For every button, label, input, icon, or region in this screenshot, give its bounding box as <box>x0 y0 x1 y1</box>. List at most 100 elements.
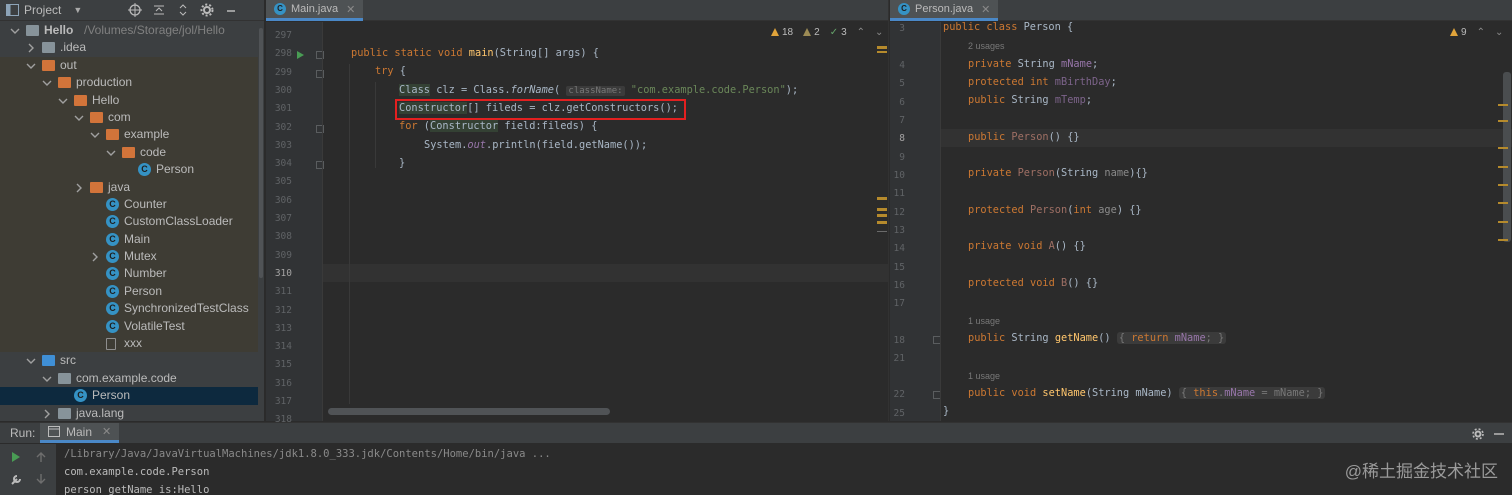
horizontal-scrollbar[interactable] <box>328 408 610 415</box>
project-panel-title[interactable]: Project <box>24 3 61 17</box>
chevron-down-icon[interactable] <box>42 78 52 88</box>
console-output-line[interactable]: com.example.code.Person <box>64 466 209 478</box>
arrow-up-icon[interactable] <box>36 452 46 462</box>
tree-item[interactable]: Hello/Volumes/Storage/jol/Hello <box>0 22 258 39</box>
tree-item[interactable]: C Main <box>0 230 258 249</box>
line-number: 6 <box>899 97 905 108</box>
code-method-setname[interactable]: public void setName(String mName) { this… <box>968 387 1326 399</box>
wrench-icon[interactable] <box>10 474 22 486</box>
code-constructor-public[interactable]: public Person() {} <box>968 131 1080 143</box>
tab-run-main[interactable]: Main ✕ <box>40 423 120 443</box>
locate-icon[interactable] <box>128 3 142 17</box>
tree-item[interactable]: C Number <box>0 265 258 283</box>
chevron-down-icon[interactable]: ⌄ <box>875 27 883 38</box>
chevron-down-icon[interactable] <box>10 26 20 36</box>
tree-item[interactable]: xxx <box>0 335 258 353</box>
tree-item[interactable]: java <box>0 178 258 196</box>
chevron-up-icon[interactable]: ⌃ <box>1477 27 1485 38</box>
chevron-down-icon[interactable] <box>26 61 36 71</box>
code-field-mbirthday[interactable]: protected int mBirthDay; <box>968 76 1117 88</box>
close-icon[interactable]: ✕ <box>102 425 111 438</box>
collapse-all-icon[interactable] <box>152 3 166 17</box>
tree-item[interactable]: out <box>0 56 258 75</box>
tree-item[interactable]: C VolatileTest <box>0 317 258 336</box>
chevron-down-icon[interactable] <box>74 113 84 123</box>
code-line-302[interactable]: for (Constructor field:fileds) { <box>399 120 597 132</box>
code-line-298[interactable]: public static void main(String[] args) { <box>351 47 599 59</box>
usages-hint[interactable]: 1 usage <box>968 316 1000 326</box>
folded-body[interactable]: { return mName; } <box>1116 332 1227 344</box>
chevron-down-icon[interactable] <box>58 96 68 106</box>
tree-item[interactable]: C Mutex <box>0 248 258 266</box>
tree-item[interactable]: C SynchronizedTestClass <box>0 300 258 318</box>
close-icon[interactable]: ✕ <box>346 3 355 16</box>
run-gutter-icon[interactable] <box>297 51 304 59</box>
tree-item[interactable]: Hello <box>0 91 258 109</box>
project-window-icon <box>6 4 19 16</box>
tree-item[interactable]: C Person <box>0 387 258 405</box>
code-class-close[interactable]: } <box>943 405 949 417</box>
tree-item[interactable]: .idea <box>0 39 258 56</box>
project-scrollbar[interactable] <box>258 22 264 421</box>
tree-item-label: Person <box>92 388 131 403</box>
chevron-down-icon[interactable]: ⌄ <box>1495 27 1503 38</box>
minimize-icon[interactable] <box>1494 433 1504 435</box>
code-line-299[interactable]: try { <box>375 65 406 77</box>
tree-item[interactable]: example <box>0 126 258 144</box>
error-stripe-mark <box>877 208 887 211</box>
rerun-icon[interactable] <box>11 452 21 462</box>
chevron-right-icon[interactable] <box>42 409 52 419</box>
tree-item[interactable]: code <box>0 143 258 162</box>
chevron-right-icon[interactable] <box>26 43 36 53</box>
code-method-a[interactable]: private void A() {} <box>968 240 1086 252</box>
tree-item[interactable]: java.lang <box>0 405 258 421</box>
code-line-300[interactable]: Class clz = Class.forName( className: "c… <box>399 84 798 96</box>
tree-item[interactable]: C Person <box>0 161 258 179</box>
close-icon[interactable]: ✕ <box>981 3 990 16</box>
code-constructor-protected[interactable]: protected Person(int age) {} <box>968 204 1142 216</box>
folded-body[interactable]: { this.mName = mName; } <box>1178 387 1326 399</box>
chevron-down-icon[interactable] <box>90 130 100 140</box>
tab-main-java[interactable]: C Main.java ✕ <box>266 0 364 21</box>
tree-item[interactable]: C CustomClassLoader <box>0 213 258 231</box>
code-method-getname[interactable]: public String getName() { return mName; … <box>968 332 1227 344</box>
code-method-b[interactable]: protected void B() {} <box>968 277 1098 289</box>
tree-item[interactable]: src <box>0 352 258 369</box>
gear-icon[interactable] <box>1472 428 1484 440</box>
folder-icon <box>42 42 55 54</box>
chevron-up-icon[interactable]: ⌃ <box>857 27 865 38</box>
line-number: 299 <box>274 66 292 78</box>
line-number: 18 <box>893 335 905 346</box>
tree-item[interactable]: C Counter <box>0 195 258 214</box>
tab-person-java[interactable]: C Person.java ✕ <box>890 0 999 21</box>
tree-item[interactable]: com.example.code <box>0 370 258 387</box>
chevron-right-icon[interactable] <box>74 183 84 193</box>
tree-item[interactable]: production <box>0 74 258 92</box>
inspection-widget[interactable]: 18 2 ✓ 3 ⌃ ⌄ <box>771 27 883 38</box>
usages-hint[interactable]: 2 usages <box>968 41 1005 51</box>
code-field-mtemp[interactable]: public String mTemp; <box>968 94 1092 106</box>
console-output-line[interactable]: person getName is:Hello <box>64 484 209 495</box>
chevron-down-icon[interactable] <box>106 148 116 158</box>
tree-item[interactable]: C Person <box>0 282 258 301</box>
minimize-icon[interactable] <box>224 3 238 17</box>
code-constructor-private[interactable]: private Person(String name){} <box>968 167 1148 179</box>
tree-item[interactable]: com <box>0 108 258 127</box>
code-line-304[interactable]: } <box>399 157 405 169</box>
chevron-right-icon[interactable] <box>90 252 100 262</box>
gear-icon[interactable] <box>200 3 214 17</box>
expand-all-icon[interactable] <box>176 3 190 17</box>
inspection-widget[interactable]: 9 ⌃ ⌄ <box>1450 27 1503 38</box>
code-field-mname[interactable]: private String mName; <box>968 58 1098 70</box>
chevron-down-icon[interactable] <box>26 356 36 366</box>
console-command-line[interactable]: /Library/Java/JavaVirtualMachines/jdk1.8… <box>64 448 551 460</box>
chevron-down-icon[interactable]: ▼ <box>73 5 82 15</box>
code-line-303[interactable]: System.out.println(field.getName()); <box>424 139 647 151</box>
chevron-down-icon[interactable] <box>42 374 52 384</box>
arrow-down-icon[interactable] <box>36 474 46 484</box>
line-number: 316 <box>274 377 292 389</box>
usages-hint[interactable]: 1 usage <box>968 371 1000 381</box>
indent-guide <box>375 82 376 168</box>
code-class-decl[interactable]: public class Person { <box>943 21 1073 33</box>
vertical-scrollbar[interactable] <box>1503 72 1511 242</box>
